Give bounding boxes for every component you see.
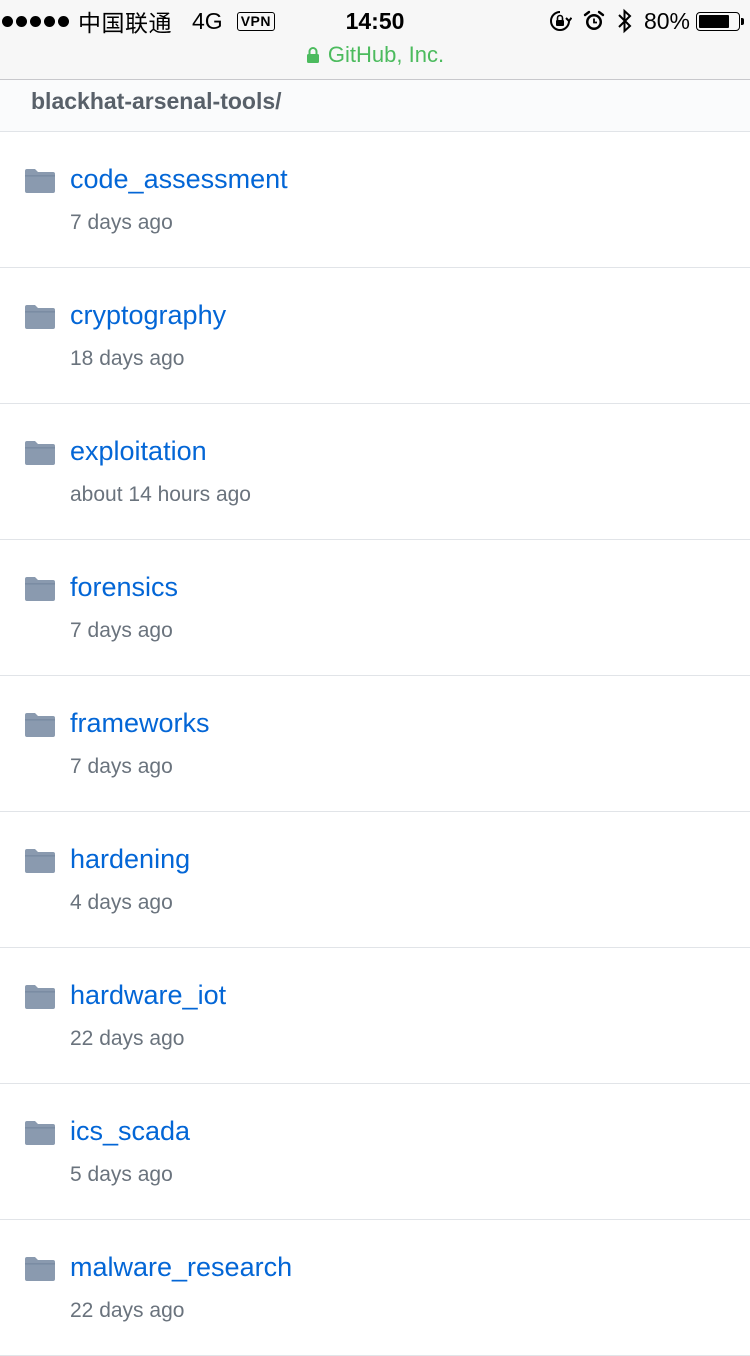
list-item[interactable]: exploitation about 14 hours ago: [0, 404, 750, 540]
folder-icon: [25, 305, 55, 329]
folder-name-link[interactable]: code_assessment: [70, 161, 288, 197]
folder-icon: [25, 849, 55, 873]
battery-percent: 80%: [643, 7, 690, 34]
list-item[interactable]: frameworks 7 days ago: [0, 676, 750, 812]
list-item[interactable]: forensics 7 days ago: [0, 540, 750, 676]
battery-icon: [696, 11, 744, 31]
list-item[interactable]: ics_scada 5 days ago: [0, 1084, 750, 1220]
orientation-lock-icon: [548, 9, 572, 33]
folder-name-link[interactable]: exploitation: [70, 433, 207, 469]
folder-icon: [25, 985, 55, 1009]
status-bar: 中国联通 4G VPN 14:50 80%: [0, 0, 750, 40]
last-updated: 5 days ago: [70, 1163, 173, 1186]
folder-name-link[interactable]: forensics: [70, 569, 178, 605]
folder-name-link[interactable]: frameworks: [70, 705, 210, 741]
folder-icon: [25, 713, 55, 737]
folder-name-link[interactable]: malware_research: [70, 1249, 292, 1285]
last-updated: about 14 hours ago: [70, 483, 251, 506]
site-identity: GitHub, Inc.: [327, 42, 445, 67]
folder-icon: [25, 577, 55, 601]
lock-icon: [306, 46, 320, 64]
breadcrumb-bar: blackhat-arsenal-tools/: [0, 80, 750, 132]
list-item[interactable]: malware_research 22 days ago: [0, 1220, 750, 1356]
folder-name-link[interactable]: ics_scada: [70, 1113, 190, 1149]
folder-icon: [25, 441, 55, 465]
folder-icon: [25, 1121, 55, 1145]
address-bar[interactable]: GitHub, Inc.: [0, 40, 750, 70]
last-updated: 7 days ago: [70, 211, 173, 234]
list-item[interactable]: code_assessment 7 days ago: [0, 132, 750, 268]
breadcrumb[interactable]: blackhat-arsenal-tools/: [31, 86, 282, 116]
list-item[interactable]: hardening 4 days ago: [0, 812, 750, 948]
last-updated: 4 days ago: [70, 891, 173, 914]
folder-icon: [25, 1257, 55, 1281]
last-updated: 22 days ago: [70, 1299, 185, 1322]
last-updated: 7 days ago: [70, 619, 173, 642]
last-updated: 22 days ago: [70, 1027, 185, 1050]
alarm-icon: [582, 9, 606, 33]
list-item[interactable]: hardware_iot 22 days ago: [0, 948, 750, 1084]
list-item[interactable]: cryptography 18 days ago: [0, 268, 750, 404]
last-updated: 18 days ago: [70, 347, 185, 370]
folder-name-link[interactable]: cryptography: [70, 297, 226, 333]
browser-top-bar: 中国联通 4G VPN 14:50 80% GitHub, Inc.: [0, 0, 750, 80]
last-updated: 7 days ago: [70, 755, 173, 778]
bluetooth-icon: [616, 8, 634, 34]
file-list: code_assessment 7 days ago cryptography 18 …: [0, 132, 750, 1356]
folder-icon: [25, 169, 55, 193]
folder-name-link[interactable]: hardware_iot: [70, 977, 226, 1013]
folder-name-link[interactable]: hardening: [70, 841, 190, 877]
